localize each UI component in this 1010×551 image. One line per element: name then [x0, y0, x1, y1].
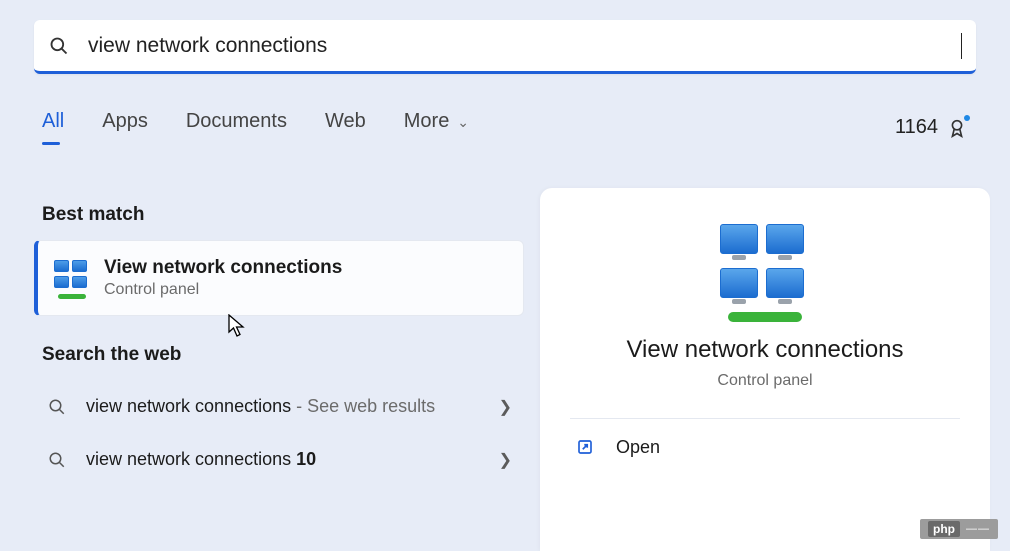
preview-subtitle: Control panel: [717, 372, 812, 390]
watermark-rest: ——: [966, 523, 990, 535]
open-label: Open: [616, 437, 660, 458]
best-match-subtitle: Control panel: [104, 281, 342, 299]
filter-tabs: All Apps Documents Web More ⌄: [42, 110, 968, 145]
rewards-indicator[interactable]: 1164: [895, 116, 968, 139]
best-match-header: Best match: [42, 204, 524, 226]
search-icon: [48, 35, 70, 57]
tab-documents[interactable]: Documents: [186, 110, 287, 145]
tab-more[interactable]: More ⌄: [404, 110, 469, 145]
watermark-brand: php: [928, 521, 960, 537]
network-connections-icon: [54, 260, 90, 296]
web-result-text: view network connections 10: [86, 447, 499, 472]
text-caret: [961, 33, 963, 59]
open-icon: [576, 438, 596, 458]
tab-all[interactable]: All: [42, 110, 64, 145]
best-match-result[interactable]: View network connections Control panel: [34, 240, 524, 316]
web-result-text: view network connections - See web resul…: [86, 394, 499, 419]
chevron-right-icon: ❯: [499, 450, 512, 470]
preview-panel: View network connections Control panel O…: [540, 188, 990, 551]
chevron-down-icon: ⌄: [453, 114, 469, 130]
web-result-0[interactable]: view network connections - See web resul…: [34, 380, 524, 433]
search-bar[interactable]: [34, 20, 976, 74]
tab-web[interactable]: Web: [325, 110, 366, 145]
network-connections-icon: [720, 224, 810, 314]
tab-apps[interactable]: Apps: [102, 110, 148, 145]
results-column: Best match View network connections Cont…: [34, 190, 524, 486]
search-icon: [46, 396, 68, 418]
search-web-header: Search the web: [42, 344, 524, 366]
chevron-right-icon: ❯: [499, 397, 512, 417]
rewards-points: 1164: [895, 116, 938, 139]
search-input[interactable]: [88, 34, 963, 58]
preview-title: View network connections: [626, 336, 903, 364]
best-match-title: View network connections: [104, 257, 342, 279]
watermark: php ——: [920, 519, 998, 539]
medal-icon: [946, 117, 968, 139]
web-result-1[interactable]: view network connections 10 ❯: [34, 433, 524, 486]
search-icon: [46, 449, 68, 471]
open-action[interactable]: Open: [570, 419, 960, 476]
